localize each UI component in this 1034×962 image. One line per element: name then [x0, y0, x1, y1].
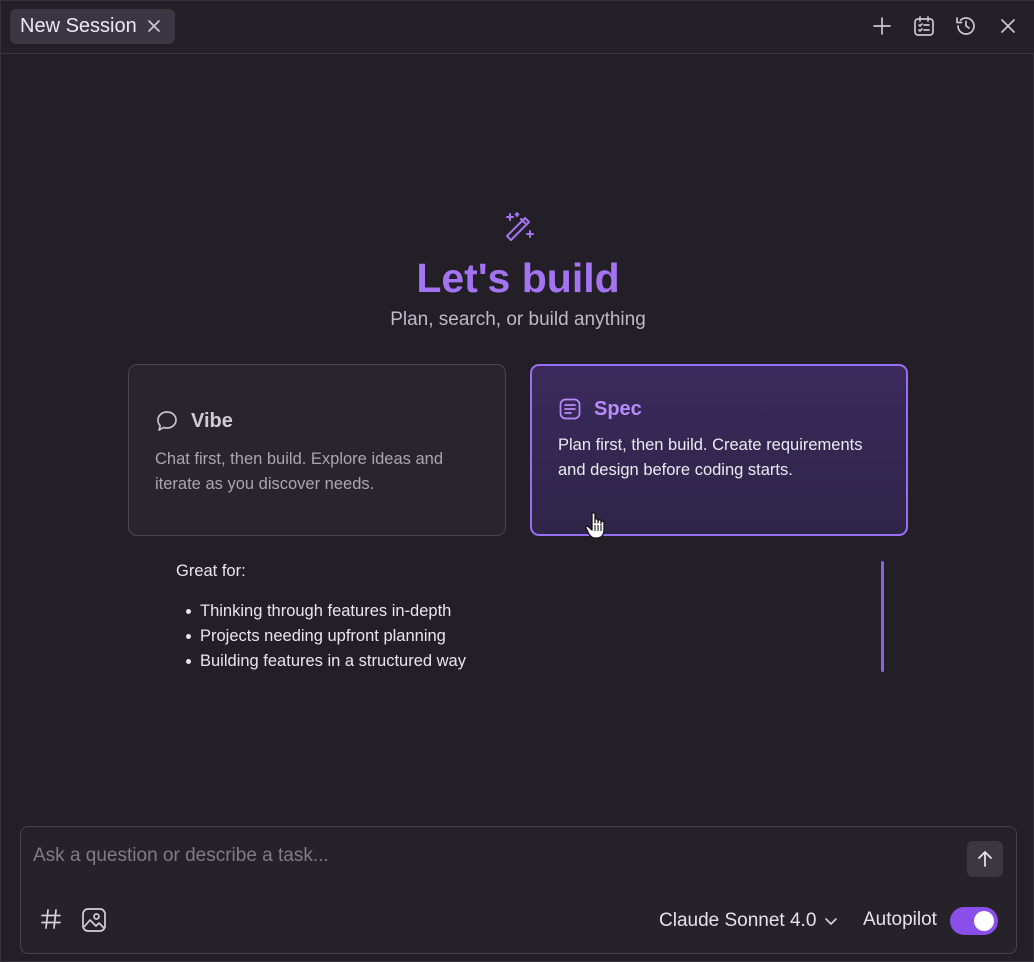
tab-bar: New Session [1, 1, 1034, 54]
composer: Claude Sonnet 4.0 Autopilot [20, 826, 1017, 954]
autopilot-label: Autopilot [863, 909, 937, 930]
arrow-up-icon [975, 849, 995, 869]
hash-icon[interactable] [39, 907, 63, 931]
model-label: Claude Sonnet 4.0 [659, 910, 817, 931]
session-window: New Session Let's build Plan, search, or… [0, 0, 1034, 962]
close-icon[interactable] [996, 14, 1020, 38]
autopilot-toggle[interactable] [950, 907, 998, 935]
list-item: Projects needing upfront planning [184, 624, 466, 649]
mode-description: Chat first, then build. Explore ideas an… [155, 450, 444, 493]
mode-card-vibe[interactable]: Vibe Chat first, then build. Explore ide… [128, 364, 506, 536]
details-heading: Great for: [176, 562, 246, 580]
mode-title: Vibe [191, 409, 233, 432]
chat-bubble-icon [155, 409, 179, 433]
prompt-input[interactable] [33, 841, 953, 871]
model-selector[interactable]: Claude Sonnet 4.0 [659, 907, 838, 935]
list-item: Building features in a structured way [184, 649, 466, 674]
send-button[interactable] [967, 841, 1003, 877]
document-list-icon [558, 397, 582, 421]
magic-wand-icon [503, 211, 535, 243]
task-list-icon[interactable] [912, 14, 936, 38]
hero-subtitle: Plan, search, or build anything [390, 309, 646, 330]
chevron-down-icon [824, 914, 838, 928]
mode-description: Plan first, then build. Create requireme… [558, 436, 863, 479]
list-item: Thinking through features in-depth [184, 599, 466, 624]
tab-new-session[interactable]: New Session [10, 9, 175, 44]
plus-icon[interactable] [870, 14, 894, 38]
scroll-indicator [881, 561, 884, 672]
hero-title: Let's build [416, 255, 620, 301]
tab-close-icon[interactable] [146, 18, 162, 34]
hand-cursor-icon [584, 511, 610, 541]
toggle-knob [974, 911, 994, 931]
details-list: Thinking through features in-depth Proje… [184, 599, 466, 674]
image-upload-icon[interactable] [81, 907, 107, 933]
tab-label: New Session [20, 15, 137, 37]
mode-title: Spec [594, 397, 642, 420]
history-icon[interactable] [954, 14, 978, 38]
